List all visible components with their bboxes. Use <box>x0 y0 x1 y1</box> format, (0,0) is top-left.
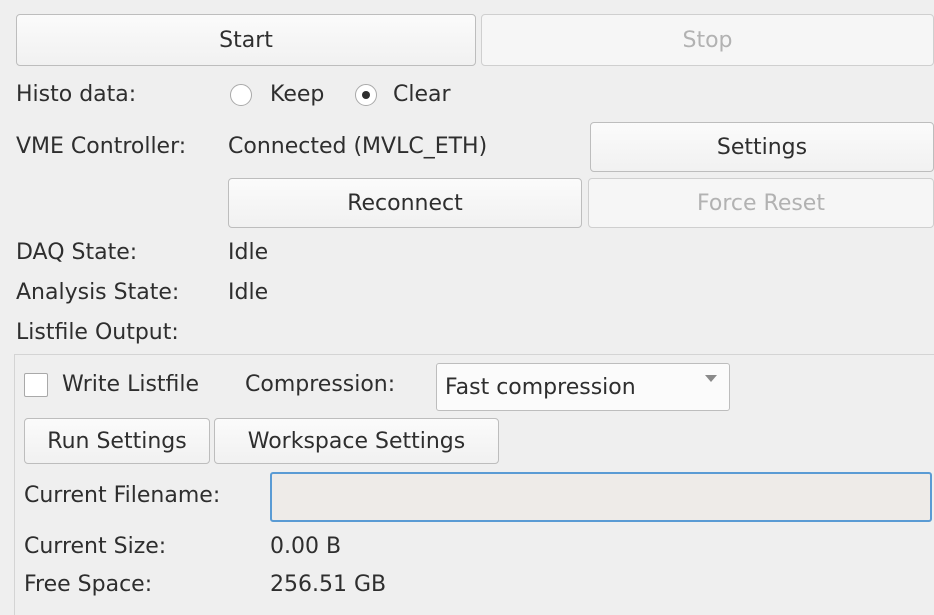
vme-status-text: Connected (MVLC_ETH) <box>228 134 488 159</box>
vme-settings-button[interactable]: Settings <box>590 122 934 172</box>
keep-radio-label[interactable]: Keep <box>270 80 324 110</box>
compression-label: Compression: <box>245 372 396 397</box>
analysis-state-value: Idle <box>228 280 269 305</box>
vme-controller-label: VME Controller: <box>16 134 187 159</box>
run-settings-label: Run Settings <box>47 428 187 454</box>
analysis-state-label: Analysis State: <box>16 280 180 305</box>
compression-value: Fast compression <box>445 374 636 400</box>
current-filename-label: Current Filename: <box>24 483 221 508</box>
reconnect-button[interactable]: Reconnect <box>228 178 582 228</box>
listfile-output-label: Listfile Output: <box>16 320 179 345</box>
daq-state-label: DAQ State: <box>16 240 138 265</box>
current-filename-field[interactable] <box>270 472 932 522</box>
free-space-value: 256.51 GB <box>270 572 387 597</box>
radio-selected-dot <box>362 91 370 99</box>
start-button[interactable]: Start <box>16 14 476 66</box>
stop-label: Stop <box>682 27 733 53</box>
chevron-down-icon <box>705 375 717 382</box>
current-size-label: Current Size: <box>24 534 167 559</box>
clear-radio-label[interactable]: Clear <box>393 80 451 110</box>
compression-select[interactable]: Fast compression <box>436 363 730 411</box>
write-listfile-indicator[interactable] <box>24 373 48 397</box>
force-reset-button[interactable]: Force Reset <box>588 178 934 228</box>
run-settings-button[interactable]: Run Settings <box>24 418 210 464</box>
reconnect-label: Reconnect <box>347 190 463 216</box>
force-reset-label: Force Reset <box>697 190 825 216</box>
stop-button[interactable]: Stop <box>481 14 934 66</box>
write-listfile-label[interactable]: Write Listfile <box>62 370 199 400</box>
keep-radio-indicator[interactable] <box>230 84 252 106</box>
histo-data-label: Histo data: <box>16 82 137 107</box>
vme-settings-label: Settings <box>716 134 808 160</box>
workspace-settings-button[interactable]: Workspace Settings <box>214 418 499 464</box>
daq-state-value: Idle <box>228 240 269 265</box>
current-size-value: 0.00 B <box>270 534 342 559</box>
clear-radio-indicator[interactable] <box>355 84 377 106</box>
workspace-settings-label: Workspace Settings <box>247 428 466 454</box>
start-label: Start <box>219 27 273 53</box>
free-space-label: Free Space: <box>24 572 153 597</box>
